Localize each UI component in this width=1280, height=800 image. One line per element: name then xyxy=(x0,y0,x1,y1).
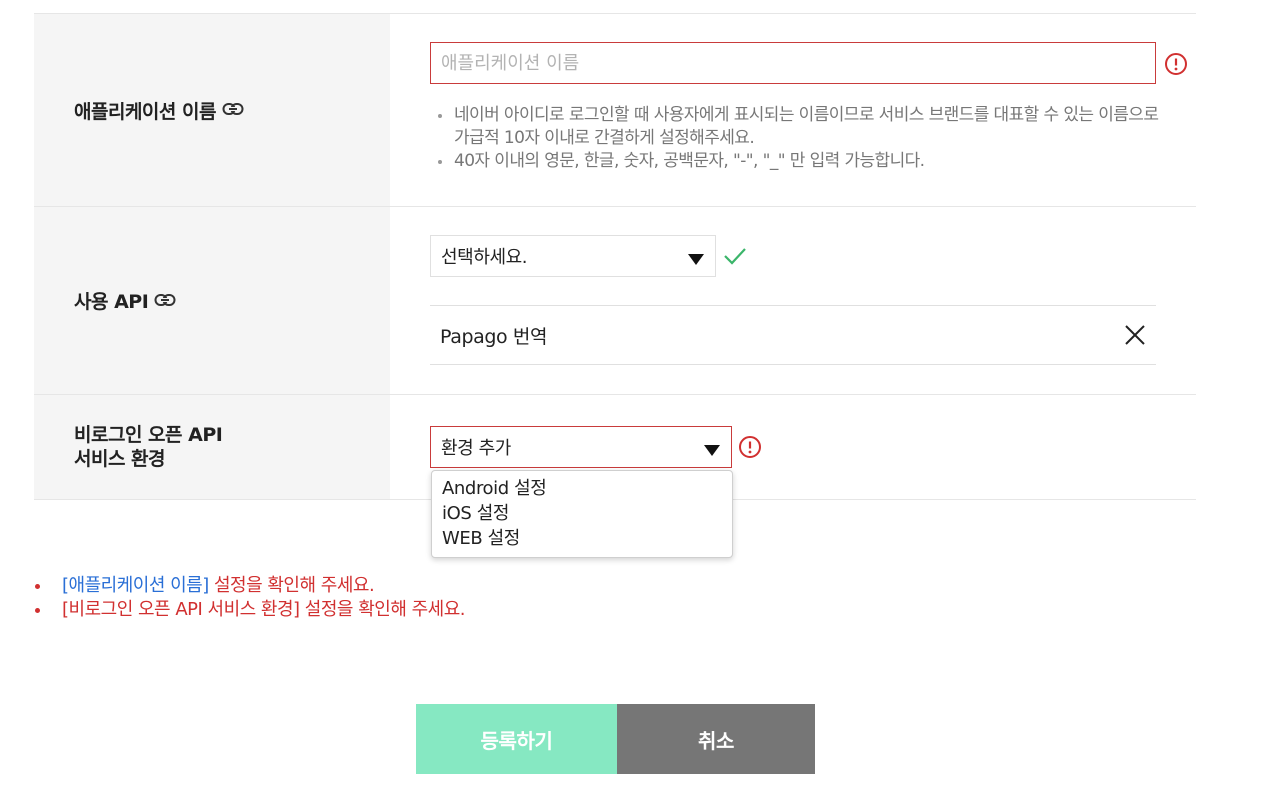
api-body: 선택하세요. Papago 번역 xyxy=(390,207,1196,394)
app-name-label-text: 애플리케이션 이름 xyxy=(74,100,216,123)
registration-form: 애플리케이션 이름 네이버 아이디로 로그인할 때 사 xyxy=(34,13,1196,500)
app-name-help: 네이버 아이디로 로그인할 때 사용자에게 표시되는 이름이므로 서비스 브랜드… xyxy=(430,104,1160,173)
env-select-value: 환경 추가 xyxy=(441,438,511,459)
api-select[interactable]: 선택하세요. xyxy=(430,235,716,277)
help-item: 40자 이내의 영문, 한글, 숫자, 공백문자, "-", "_" 만 입력 … xyxy=(430,150,1160,173)
env-label-line2: 서비스 환경 xyxy=(74,448,166,470)
caret-down-icon xyxy=(687,250,705,265)
action-buttons: 등록하기 취소 xyxy=(416,704,815,774)
link-icon[interactable] xyxy=(154,290,176,312)
error-item: [애플리케이션 이름] 설정을 확인해 주세요. xyxy=(34,574,465,598)
app-name-body: 네이버 아이디로 로그인할 때 사용자에게 표시되는 이름이므로 서비스 브랜드… xyxy=(390,14,1196,206)
env-option-android[interactable]: Android 설정 xyxy=(432,476,732,501)
error-field-env[interactable]: [비로그인 오픈 API 서비스 환경] xyxy=(62,599,300,620)
error-icon xyxy=(1164,52,1188,76)
env-option-web[interactable]: WEB 설정 xyxy=(432,526,732,551)
env-label: 비로그인 오픈 API 서비스 환경 xyxy=(34,395,390,499)
submit-button[interactable]: 등록하기 xyxy=(416,704,617,774)
error-message: 설정을 확인해 주세요. xyxy=(208,575,375,596)
error-item: [비로그인 오픈 API 서비스 환경] 설정을 확인해 주세요. xyxy=(34,598,466,622)
env-label-text: 비로그인 오픈 API 서비스 환경 xyxy=(74,423,223,471)
api-label: 사용 API xyxy=(34,207,390,394)
app-name-label: 애플리케이션 이름 xyxy=(34,14,390,206)
help-item: 네이버 아이디로 로그인할 때 사용자에게 표시되는 이름이므로 서비스 브랜드… xyxy=(430,104,1160,150)
env-option-ios[interactable]: iOS 설정 xyxy=(432,501,732,526)
api-select-value: 선택하세요. xyxy=(441,247,528,268)
close-icon[interactable] xyxy=(1124,324,1146,346)
selected-api-name: Papago 번역 xyxy=(440,325,548,348)
cancel-button[interactable]: 취소 xyxy=(617,704,815,774)
error-message: 설정을 확인해 주세요. xyxy=(299,599,466,620)
api-label-text: 사용 API xyxy=(74,291,149,313)
env-dropdown: Android 설정 iOS 설정 WEB 설정 xyxy=(431,470,733,558)
error-field-app-name[interactable]: [애플리케이션 이름] xyxy=(62,575,209,596)
app-name-input[interactable] xyxy=(430,42,1156,84)
caret-down-icon xyxy=(703,441,721,456)
env-select[interactable]: 환경 추가 xyxy=(430,426,732,468)
selected-api-item: Papago 번역 xyxy=(430,305,1156,365)
error-list: [애플리케이션 이름] 설정을 확인해 주세요. [비로그인 오픈 API 서비… xyxy=(34,574,466,622)
check-icon xyxy=(723,246,747,266)
link-icon[interactable] xyxy=(222,99,244,121)
env-label-line1: 비로그인 오픈 API xyxy=(74,424,223,446)
error-icon xyxy=(738,435,762,459)
row-app-name: 애플리케이션 이름 네이버 아이디로 로그인할 때 사 xyxy=(34,14,1196,207)
row-api: 사용 API 선택하세요. Papago 번역 xyxy=(34,207,1196,395)
